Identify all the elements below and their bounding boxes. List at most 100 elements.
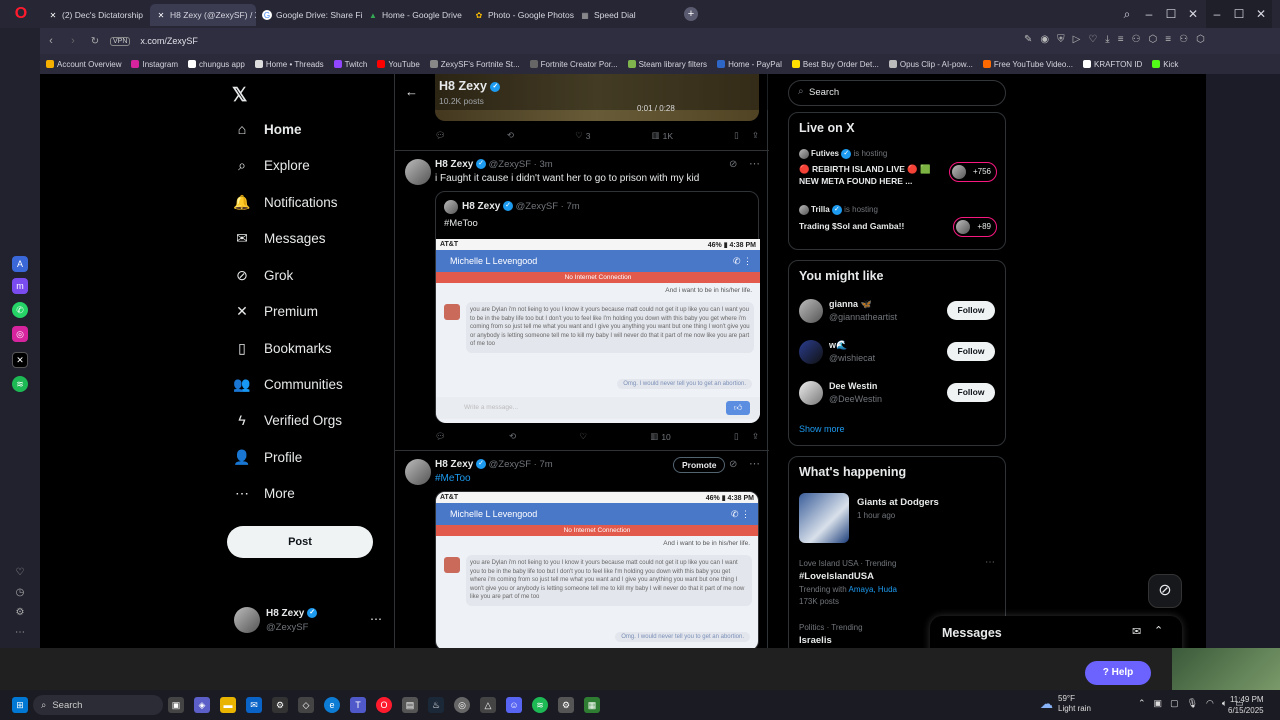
chat-screenshot-image[interactable]: AT&T 46% ▮ 4:38 PM Michelle L Levengood ✆ …	[436, 239, 760, 423]
bookmark-fortnite-creator[interactable]: Fortnite Creator Por...	[529, 60, 618, 69]
trend-item[interactable]: Love Island USA · Trending ⋯ #LoveIsland…	[789, 557, 1005, 606]
vpn-badge[interactable]: VPN	[110, 36, 131, 46]
nav-item-bookmarks[interactable]: ▯ Bookmarks	[234, 340, 331, 356]
app-icon[interactable]: △	[480, 697, 496, 713]
edit-icon[interactable]: ✎	[1024, 34, 1032, 45]
retweet-icon[interactable]: ⟲	[509, 431, 516, 442]
bookmark-youtube-video[interactable]: Free YouTube Video...	[982, 60, 1073, 69]
profile-icon[interactable]: ⚇	[1132, 34, 1141, 45]
share-icon[interactable]: ⇪	[752, 130, 759, 141]
nav-item-messages[interactable]: ✉ Messages	[234, 230, 325, 246]
media-icon[interactable]: ▤	[402, 697, 418, 713]
profile-icon[interactable]: ⚇	[1179, 34, 1188, 45]
nav-item-more[interactable]: ⋯ More	[234, 485, 295, 501]
follow-button[interactable]: Follow	[947, 342, 995, 361]
spotify-icon[interactable]: ≋	[532, 697, 548, 713]
copilot-icon[interactable]: ◈	[194, 697, 210, 713]
close-icon[interactable]: ✕	[1250, 7, 1272, 21]
account-switcher[interactable]: H8 Zexy ✓ @ZexySF ⋯	[232, 604, 388, 638]
microphone-icon[interactable]: 🎙︎	[1187, 698, 1198, 709]
bookmark-best-buy[interactable]: Best Buy Order Det...	[791, 60, 879, 69]
bookmark-threads[interactable]: Home • Threads	[254, 60, 324, 69]
nav-item-verified-orgs[interactable]: ϟ Verified Orgs	[234, 412, 342, 428]
app-icon[interactable]: ◇	[298, 697, 314, 713]
camera-icon[interactable]: ◉	[1040, 34, 1049, 45]
tweet-1[interactable]: H8 Zexy ✓ @ZexySF · 3m ⊘ ⋯ i Faught it c…	[395, 151, 769, 449]
nav-item-explore[interactable]: ⌕ Explore	[234, 157, 310, 173]
shield-icon[interactable]: ⛨	[1057, 34, 1065, 45]
bookmark-fortnite-stats[interactable]: ZexySF's Fortnite St...	[429, 60, 520, 69]
minimize-icon[interactable]: –	[1138, 7, 1160, 21]
nav-item-profile[interactable]: 👤 Profile	[233, 449, 302, 465]
promote-button[interactable]: Promote	[673, 457, 726, 473]
chevron-up-icon[interactable]: ⌃	[1154, 624, 1163, 637]
maximize-icon[interactable]: ☐	[1228, 7, 1250, 21]
tab-speed-dial[interactable]: ▦ Speed Dial	[574, 4, 680, 26]
bookmark-icon[interactable]: ▯	[734, 130, 739, 141]
trend-related[interactable]: Amaya, Huda	[849, 585, 897, 594]
show-more-link[interactable]: Show more	[799, 424, 845, 434]
messenger-icon[interactable]: m	[12, 278, 28, 294]
bookmark-twitch[interactable]: Twitch	[333, 60, 367, 69]
nav-item-notifications[interactable]: 🔔 Notifications	[233, 194, 337, 210]
chat-screenshot-image[interactable]: AT&T 46% ▮ 4:38 PM Michelle L Levengood ✆ …	[435, 491, 759, 648]
app-tray-icon[interactable]: ▢	[1170, 698, 1179, 709]
aria-icon[interactable]: A	[12, 256, 28, 272]
nav-item-grok[interactable]: ⊘ Grok	[234, 267, 293, 283]
suggested-user[interactable]: Dee Westin @DeeWestin Follow	[789, 379, 1005, 409]
maximize-icon[interactable]: ☐	[1160, 7, 1182, 21]
close-icon[interactable]: ✕	[1182, 7, 1204, 21]
more-icon[interactable]: ⋯	[12, 624, 28, 640]
menu-icon[interactable]: ≡	[1165, 34, 1171, 45]
windows-start-icon[interactable]: ⊞	[12, 697, 28, 713]
steam-icon[interactable]: ♨	[428, 697, 444, 713]
chevron-up-icon[interactable]: ⌃	[1138, 698, 1146, 709]
bookmark-kick[interactable]: Kick	[1152, 60, 1178, 69]
extensions-icon[interactable]: ⬡	[1196, 34, 1205, 45]
nav-item-home[interactable]: ⌂ Home	[234, 121, 302, 137]
new-message-icon[interactable]: ✉	[1132, 625, 1141, 638]
clock[interactable]: 11:49 PM 6/15/2025	[1228, 694, 1264, 716]
play-icon[interactable]: ▷	[1073, 34, 1081, 45]
app-tray-icon[interactable]: ▣	[1154, 698, 1163, 709]
messages-drawer[interactable]: Messages ✉ ⌃	[930, 616, 1182, 648]
bookmark-youtube[interactable]: YouTube	[377, 60, 420, 69]
search-input[interactable]: ⌕ Search	[788, 80, 1006, 106]
bookmark-krafton[interactable]: KRAFTON ID	[1082, 60, 1142, 69]
help-button[interactable]: ? Help	[1085, 661, 1151, 685]
settings-icon[interactable]: ⚙	[558, 697, 574, 713]
menu-icon[interactable]: ≡	[1118, 34, 1124, 45]
grok-icon[interactable]: ⊘	[729, 159, 737, 170]
bookmark-opus-clip[interactable]: Opus Clip - AI-pow...	[888, 60, 973, 69]
history-icon[interactable]: ◷	[12, 584, 28, 600]
bookmark-paypal[interactable]: Home - PayPal	[717, 60, 782, 69]
settings-icon[interactable]: ⚙	[12, 604, 28, 620]
extensions-icon[interactable]: ⬡	[1149, 34, 1158, 45]
weather-widget[interactable]: ☁ 59°F Light rain	[1040, 694, 1091, 714]
more-options-icon[interactable]: ⋯	[749, 457, 760, 470]
opera-logo-icon[interactable]: O	[0, 0, 42, 28]
download-icon[interactable]: ⤓	[1105, 34, 1109, 45]
task-view-icon[interactable]: ▣	[168, 697, 184, 713]
settings-icon[interactable]: ⚙	[272, 697, 288, 713]
retweet-icon[interactable]: ⟲	[507, 130, 514, 141]
search-tabs-icon[interactable]: ⌕	[1116, 7, 1138, 22]
bookmark-chungus-app[interactable]: chungus app	[188, 60, 245, 69]
instagram-icon[interactable]: ◎	[12, 326, 28, 342]
quoted-tweet[interactable]: H8 Zexy ✓ @ZexySF · 7m #MeToo AT&T 46% ▮ …	[435, 191, 760, 423]
tab-google-photos[interactable]: ✿ Photo - Google Photos	[468, 4, 574, 26]
file-explorer-icon[interactable]: ▬	[220, 697, 236, 713]
tab-h8-zexy[interactable]: ✕ H8 Zexy (@ZexySF) / X	[150, 4, 256, 26]
bookmark-account-overview[interactable]: Account Overview	[46, 60, 121, 69]
views-button[interactable]: ▥ 10	[650, 431, 671, 442]
volume-icon[interactable]: 🔈︎	[1222, 698, 1227, 709]
bookmark-icon[interactable]: ▯	[734, 431, 739, 442]
heart-icon[interactable]: ♡	[12, 564, 28, 580]
follow-button[interactable]: Follow	[947, 301, 995, 320]
follow-button[interactable]: Follow	[947, 383, 995, 402]
hashtag-link[interactable]: #MeToo	[435, 473, 471, 484]
suggested-user[interactable]: gianna 🦋 @giannatheartist Follow	[789, 297, 1005, 327]
reload-icon[interactable]: ↻	[84, 36, 106, 47]
tab-decs-dictatorship[interactable]: ✕ (2) Dec's Dictatorship	[42, 4, 150, 26]
grok-icon[interactable]: ⊘	[729, 459, 737, 470]
